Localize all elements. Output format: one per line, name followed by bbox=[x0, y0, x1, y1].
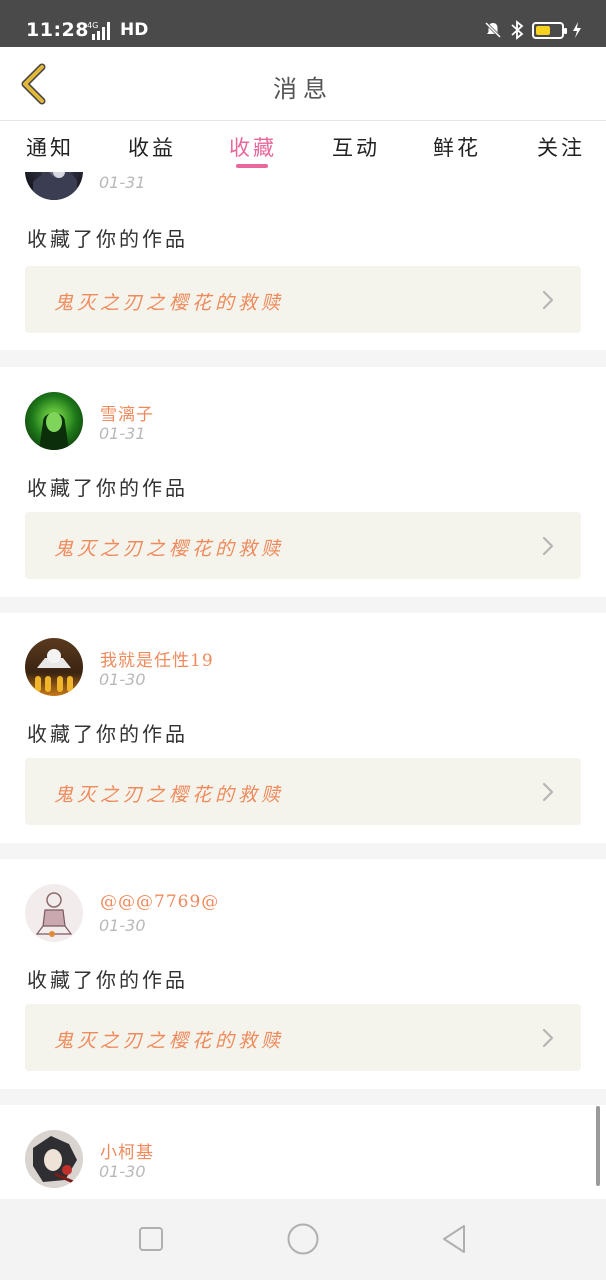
system-nav-bar bbox=[0, 1199, 606, 1280]
list-item: 01-31 收藏了你的作品 鬼灭之刃之樱花的救赎 bbox=[0, 172, 606, 350]
username[interactable]: 雪漓子 bbox=[100, 400, 154, 425]
tab-flowers[interactable]: 鲜花 bbox=[433, 132, 481, 162]
cellular-signal-icon: 4G bbox=[87, 21, 110, 40]
message-action: 收藏了你的作品 bbox=[27, 476, 188, 500]
chevron-right-icon bbox=[542, 536, 554, 556]
chevron-right-icon bbox=[542, 290, 554, 310]
work-title: 鬼灭之刃之樱花的救赎 bbox=[54, 784, 285, 806]
username[interactable]: 小柯基 bbox=[100, 1138, 154, 1163]
hd-indicator: HD bbox=[120, 20, 149, 40]
work-title: 鬼灭之刃之樱花的救赎 bbox=[54, 292, 285, 314]
tab-interactions[interactable]: 互动 bbox=[332, 132, 380, 162]
chevron-right-icon bbox=[542, 782, 554, 802]
chevron-right-icon bbox=[542, 1028, 554, 1048]
message-list[interactable]: 01-31 收藏了你的作品 鬼灭之刃之樱花的救赎 雪漓子 01-31 收藏了你的… bbox=[0, 172, 606, 1199]
work-link[interactable]: 鬼灭之刃之樱花的救赎 bbox=[25, 758, 581, 825]
list-item: 我就是任性19 01-30 收藏了你的作品 鬼灭之刃之樱花的救赎 bbox=[0, 613, 606, 843]
message-action: 收藏了你的作品 bbox=[27, 722, 188, 746]
work-title: 鬼灭之刃之樱花的救赎 bbox=[54, 538, 285, 560]
tab-notifications[interactable]: 通知 bbox=[26, 132, 74, 162]
message-action: 收藏了你的作品 bbox=[27, 968, 188, 992]
status-time: 11:28 bbox=[26, 19, 89, 41]
home-icon bbox=[287, 1223, 319, 1255]
message-date: 01-31 bbox=[99, 424, 146, 443]
message-date: 01-31 bbox=[99, 173, 146, 192]
avatar[interactable] bbox=[25, 392, 83, 450]
message-action: 收藏了你的作品 bbox=[27, 227, 188, 251]
home-button[interactable] bbox=[285, 1221, 321, 1257]
mute-icon bbox=[484, 21, 502, 39]
bluetooth-icon bbox=[511, 20, 524, 40]
list-item: 小柯基 01-30 bbox=[0, 1105, 606, 1199]
avatar-sketch-girl bbox=[35, 892, 73, 937]
avatar[interactable] bbox=[25, 1130, 83, 1188]
avatar-dark-anime bbox=[33, 172, 77, 200]
tab-earnings[interactable]: 收益 bbox=[128, 132, 176, 162]
battery-level bbox=[536, 25, 551, 35]
app-header: 消息 bbox=[0, 47, 606, 121]
avatar[interactable] bbox=[25, 172, 83, 200]
list-item: @@@7769@ 01-30 收藏了你的作品 鬼灭之刃之樱花的救赎 bbox=[0, 859, 606, 1089]
tab-favorites[interactable]: 收藏 bbox=[229, 132, 277, 162]
back-icon bbox=[443, 1225, 465, 1253]
scrollbar[interactable] bbox=[596, 1106, 600, 1186]
active-tab-indicator bbox=[236, 164, 268, 168]
tab-bar: 通知 收益 收藏 互动 鲜花 关注 bbox=[0, 122, 606, 172]
avatar-anime-character bbox=[33, 1136, 77, 1184]
work-link[interactable]: 鬼灭之刃之樱花的救赎 bbox=[25, 266, 581, 333]
work-title: 鬼灭之刃之樱花的救赎 bbox=[54, 1030, 285, 1052]
username[interactable]: @@@7769@ bbox=[100, 892, 219, 912]
nav-back-button[interactable] bbox=[436, 1221, 472, 1257]
username[interactable]: 我就是任性19 bbox=[100, 646, 214, 671]
charging-icon bbox=[573, 22, 581, 38]
battery-icon bbox=[532, 21, 567, 39]
page-title: 消息 bbox=[273, 75, 333, 103]
avatar-green-girl bbox=[39, 412, 69, 450]
tab-following[interactable]: 关注 bbox=[537, 132, 585, 162]
status-bar: 11:28 4G HD bbox=[0, 0, 606, 47]
avatar[interactable] bbox=[25, 638, 83, 696]
recent-apps-icon bbox=[139, 1227, 163, 1251]
work-link[interactable]: 鬼灭之刃之樱花的救赎 bbox=[25, 512, 581, 579]
message-date: 01-30 bbox=[99, 916, 146, 935]
message-date: 01-30 bbox=[99, 1162, 146, 1181]
work-link[interactable]: 鬼灭之刃之樱花的救赎 bbox=[25, 1004, 581, 1071]
avatar[interactable] bbox=[25, 884, 83, 942]
recent-apps-button[interactable] bbox=[133, 1221, 169, 1257]
status-icons bbox=[484, 19, 582, 41]
list-item: 雪漓子 01-31 收藏了你的作品 鬼灭之刃之樱花的救赎 bbox=[0, 367, 606, 597]
message-date: 01-30 bbox=[99, 670, 146, 689]
network-type-label: 4G bbox=[87, 21, 98, 30]
avatar-ghost-figure bbox=[35, 649, 73, 692]
